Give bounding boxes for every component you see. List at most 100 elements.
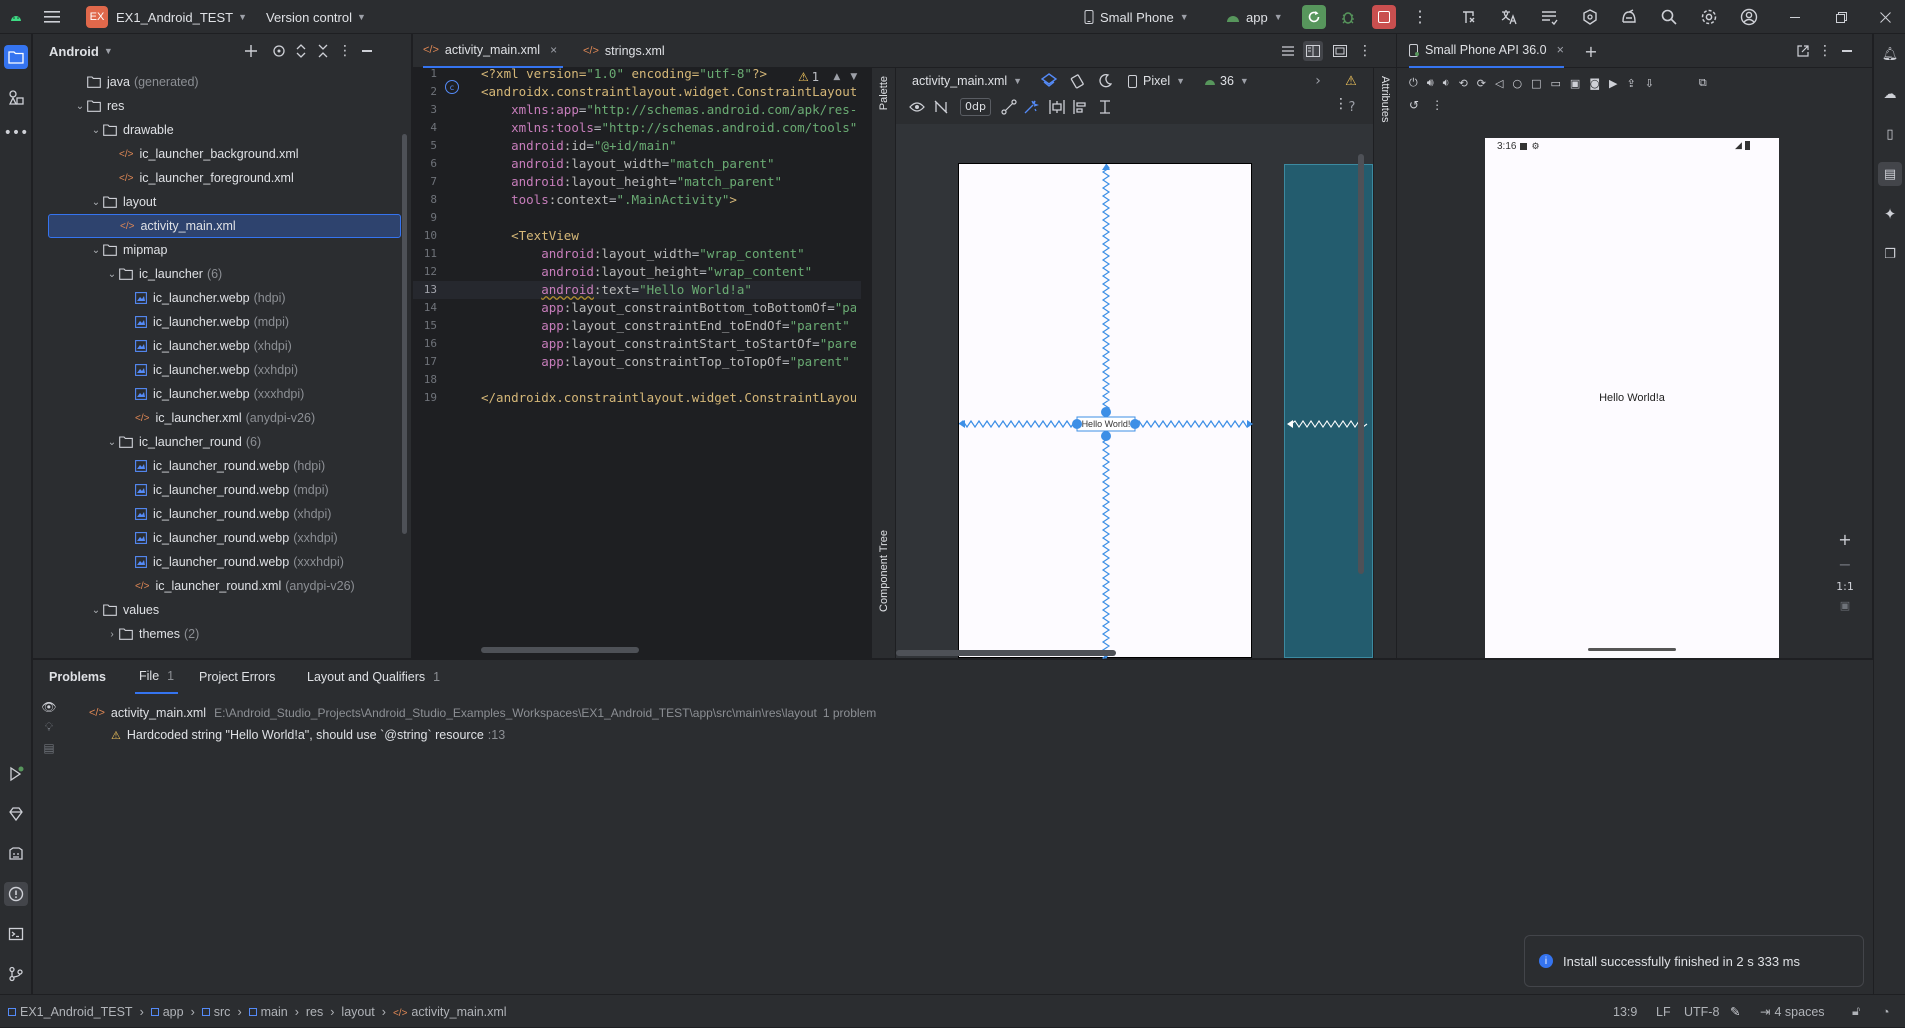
default-margin-selector[interactable]: 0dp	[960, 98, 991, 116]
code-line[interactable]: </androidx.constraintlayout.widget.Const…	[481, 387, 856, 409]
tree-item[interactable]: ic_launcher.webp (hdpi)	[33, 286, 411, 310]
volume-down-icon[interactable]: 🔉︎	[1443, 76, 1450, 90]
gutter-class-icon[interactable]: c	[445, 80, 459, 94]
tree-item[interactable]: ⌄ layout	[33, 190, 411, 214]
tab-layout-qualifiers[interactable]: Layout and Qualifiers 1	[307, 660, 440, 694]
indent-setting[interactable]: ⇥ 4 spaces	[1760, 995, 1825, 1028]
guidelines-icon[interactable]	[1096, 98, 1114, 116]
breadcrumb-item[interactable]: src	[214, 1005, 231, 1019]
screenshot-camera-icon[interactable]: ◙	[1589, 77, 1600, 90]
chevron-down-icon[interactable]: ⌄	[89, 125, 103, 136]
design-vscrollbar[interactable]	[1358, 154, 1364, 574]
main-menu-icon[interactable]	[44, 0, 66, 34]
device-manager-button[interactable]: ▯	[1878, 122, 1902, 146]
chevron-down-icon[interactable]: ⌄	[89, 245, 103, 256]
tree-item[interactable]: ⌄ res	[33, 94, 411, 118]
version-control-button[interactable]	[4, 962, 28, 986]
close-icon[interactable]	[1880, 0, 1896, 34]
zoom-in-icon[interactable]: +	[1838, 530, 1851, 549]
debug-button[interactable]	[1340, 0, 1360, 34]
design-device-selector[interactable]: Pixel ▼	[1128, 68, 1185, 94]
autoconnect-off-icon[interactable]	[932, 98, 950, 116]
zoom-fit-icon[interactable]: ▣	[1840, 599, 1850, 612]
restore-icon[interactable]	[1836, 0, 1852, 34]
code-editor[interactable]: c ⚠ 1 ▲ ▼ 1 <?xml version="1.0" encoding=…	[413, 66, 872, 658]
tab-problems[interactable]: Problems	[49, 660, 106, 694]
resource-manager-button[interactable]	[4, 85, 28, 109]
zoom-out-icon[interactable]: −	[1838, 555, 1851, 574]
design-phone-screen[interactable]: Hello World!	[958, 163, 1253, 659]
api-level-selector[interactable]: 36 ▼	[1204, 68, 1249, 94]
run-tool-button[interactable]	[4, 762, 28, 786]
sdk-manager-icon[interactable]	[1581, 0, 1603, 34]
tree-item[interactable]: </> ic_launcher_background.xml	[33, 142, 411, 166]
rotate-right-icon[interactable]: ⟳	[1477, 77, 1486, 90]
version-control-menu[interactable]: Version control ▼	[266, 0, 366, 34]
terminal-button[interactable]	[4, 922, 28, 946]
expand-all-icon[interactable]	[293, 43, 309, 59]
layout-warning-icon[interactable]: ⚠	[1342, 72, 1360, 90]
project-tool-button[interactable]	[4, 45, 28, 69]
download-icon[interactable]: ⇩	[1645, 77, 1654, 90]
infer-constraints-icon[interactable]	[1022, 98, 1040, 116]
breadcrumb-item[interactable]: EX1_Android_TEST	[20, 1005, 133, 1019]
line-separator[interactable]: LF	[1656, 995, 1671, 1028]
eye-icon[interactable]: 👁︎	[41, 700, 56, 714]
clear-constraints-icon[interactable]	[1000, 98, 1018, 116]
tree-item[interactable]: ic_launcher_round.webp (hdpi)	[33, 454, 411, 478]
tree-item[interactable]: ⌄ ic_launcher_round (6)	[33, 430, 411, 454]
more-actions-icon[interactable]: ⋮	[1412, 0, 1428, 34]
file-encoding[interactable]: UTF-8	[1684, 995, 1719, 1028]
tab-file[interactable]: File 1	[135, 660, 179, 694]
more-options-icon[interactable]: ⋮	[1431, 98, 1443, 112]
power-icon[interactable]: ⏻	[1409, 76, 1418, 90]
read-only-lock-icon[interactable]: 🔓︎	[1852, 995, 1860, 1028]
chevron-down-icon[interactable]: ⌄	[89, 605, 103, 616]
tab-small-phone[interactable]: Small Phone API 36.0 ×	[1409, 34, 1564, 68]
layers-blueprint-icon[interactable]	[1040, 72, 1058, 90]
zoom-actual-size[interactable]: 1:1	[1836, 580, 1854, 593]
device-options-icon[interactable]: ⋮	[1817, 43, 1833, 59]
gradle-sync-icon[interactable]	[1460, 0, 1482, 34]
code-view-icon[interactable]	[1279, 42, 1297, 60]
tree-item[interactable]: ic_launcher_round.webp (mdpi)	[33, 478, 411, 502]
open-external-icon[interactable]	[1795, 43, 1811, 59]
tree-item[interactable]: </> activity_main.xml	[48, 214, 401, 238]
tree-item[interactable]: ⌄ mipmap	[33, 238, 411, 262]
back-icon[interactable]: ◁	[1495, 77, 1503, 90]
overview-icon[interactable]: □	[1531, 77, 1541, 90]
hide-panel-icon[interactable]	[359, 43, 375, 59]
collapse-all-icon[interactable]	[315, 43, 331, 59]
open-in-editor-icon[interactable]: ▤	[43, 741, 54, 755]
split-view-icon[interactable]	[1303, 41, 1323, 61]
breadcrumb-item[interactable]: res	[306, 1005, 323, 1019]
component-tree-toggle[interactable]: Component Tree	[875, 530, 893, 650]
tree-item[interactable]: ⌄ drawable	[33, 118, 411, 142]
upload-icon[interactable]: ⇪	[1626, 77, 1635, 90]
search-icon[interactable]	[1660, 0, 1682, 34]
palette-toggle[interactable]: Palette	[875, 76, 893, 146]
close-tab-icon[interactable]: ×	[550, 43, 557, 57]
tree-item[interactable]: </> ic_launcher_foreground.xml	[33, 166, 411, 190]
problem-file-row[interactable]: </> activity_main.xml E:\Android_Studio_…	[89, 704, 876, 722]
tree-item[interactable]: ic_launcher.webp (mdpi)	[33, 310, 411, 334]
chevron-down-icon[interactable]: ⌄	[105, 437, 119, 448]
project-switcher[interactable]: EX EX1_Android_TEST ▼	[86, 0, 247, 34]
emulator-screen[interactable]: 3:16 ⚙ ◢ Hello World!a	[1485, 138, 1779, 658]
settings-gear-icon[interactable]	[1700, 0, 1722, 34]
locate-file-icon[interactable]	[271, 43, 287, 59]
tree-item[interactable]: </> ic_launcher.xml (anydpi-v26)	[33, 406, 411, 430]
tree-item[interactable]: ic_launcher_round.webp (xxxhdpi)	[33, 550, 411, 574]
memory-indicator-icon[interactable]: ◔	[1882, 995, 1890, 1028]
orientation-icon[interactable]	[1068, 72, 1086, 90]
code-style-icon[interactable]: ✎	[1730, 995, 1740, 1028]
tree-item[interactable]: ic_launcher.webp (xhdpi)	[33, 334, 411, 358]
reset-icon[interactable]: ↺	[1409, 98, 1419, 112]
fold-icon[interactable]: ▭	[1551, 77, 1561, 90]
device-manager-icon[interactable]	[1540, 0, 1562, 34]
cursor-position[interactable]: 13:9	[1613, 995, 1637, 1028]
tree-item[interactable]: ic_launcher.webp (xxhdpi)	[33, 358, 411, 382]
device-explorer-button[interactable]: ❐	[1878, 242, 1902, 266]
editor-hscrollbar[interactable]	[481, 647, 639, 653]
canvas-options-icon[interactable]: ⋮	[1334, 96, 1348, 112]
